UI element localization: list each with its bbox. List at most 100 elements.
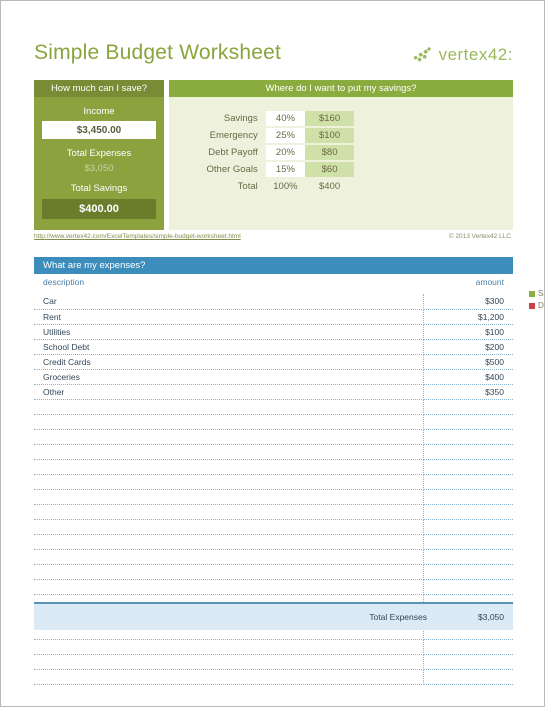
allocation-percent-input[interactable]: 40%	[265, 111, 306, 126]
table-row-empty	[34, 669, 513, 685]
table-row: School Debt $200	[34, 339, 513, 355]
table-row-empty	[34, 474, 513, 490]
total-expenses-value: $3,050	[84, 163, 114, 174]
expense-description-cell[interactable]	[34, 654, 424, 670]
table-row: Groceries $400	[34, 369, 513, 385]
expense-amount-cell[interactable]	[423, 399, 513, 415]
table-row-empty	[34, 399, 513, 415]
legend-label: Debt Payoff	[538, 301, 544, 310]
expense-amount-cell[interactable]	[423, 474, 513, 490]
expense-amount-cell[interactable]	[423, 564, 513, 580]
table-row: Utilities $100	[34, 324, 513, 340]
allocation-table: Savings 40% $160 Emergency 25% $100 Debt Payof…	[179, 109, 354, 196]
allocation-amount: $100	[305, 128, 354, 143]
title-bar: Simple Budget Worksheet vertex42:	[34, 41, 513, 73]
expense-amount-cell[interactable]	[423, 414, 513, 430]
allocation-total-amount: $400	[318, 181, 341, 192]
expense-amount-cell[interactable]	[423, 504, 513, 520]
expense-description-cell[interactable]	[34, 459, 424, 475]
allocation-row: Other Goals 15% $60	[179, 162, 354, 177]
allocation-panel: Savings 40% $160 Emergency 25% $100 Debt Payof…	[169, 97, 544, 310]
allocation-row: Savings 40% $160	[179, 111, 354, 126]
allocation-percent-input[interactable]: 15%	[265, 162, 306, 177]
logo-wordmark: vertex42:	[438, 45, 513, 64]
expense-amount-cell[interactable]: $200	[423, 339, 513, 355]
expense-description-cell[interactable]: School Debt	[34, 339, 424, 355]
expense-description-cell[interactable]	[34, 444, 424, 460]
expense-amount-cell[interactable]	[423, 534, 513, 550]
expense-description-cell[interactable]	[34, 504, 424, 520]
expense-description-cell[interactable]: Utilities	[34, 324, 424, 340]
income-input[interactable]: $3,450.00	[42, 121, 156, 139]
allocation-total-percent: 100%	[273, 181, 298, 192]
table-row: Rent $1,200	[34, 309, 513, 325]
expense-description-cell[interactable]	[34, 519, 424, 535]
expense-description-cell[interactable]	[34, 429, 424, 445]
expense-amount-cell[interactable]: $500	[423, 354, 513, 370]
total-expenses-label: Total Expenses	[66, 148, 132, 159]
total-savings-value: $400.00	[42, 199, 156, 219]
allocation-row-name: Debt Payoff	[208, 147, 258, 158]
leaf-cluster-icon	[413, 47, 434, 63]
expense-description-cell[interactable]	[34, 564, 424, 580]
expense-amount-cell[interactable]: $1,200	[423, 309, 513, 325]
table-row-empty	[34, 579, 513, 595]
allocation-percent-input[interactable]: 25%	[265, 128, 306, 143]
total-expenses-row-value: $3,050	[478, 612, 504, 622]
table-row-empty	[34, 639, 513, 655]
expense-amount-cell[interactable]	[423, 579, 513, 595]
expense-amount-cell[interactable]	[423, 489, 513, 505]
table-row-empty	[34, 489, 513, 505]
expenses-section-header: What are my expenses?	[34, 257, 513, 274]
page-title: Simple Budget Worksheet	[34, 41, 282, 64]
total-expenses-row-label: Total Expenses	[369, 612, 427, 622]
expense-amount-cell[interactable]	[423, 429, 513, 445]
expense-amount-cell[interactable]	[423, 639, 513, 655]
allocation-row-name: Savings	[223, 113, 258, 124]
allocation-amount: $60	[305, 162, 354, 177]
vertex42-logo: vertex42:	[413, 45, 513, 65]
savings-donut-chart: SavingsEmergencyDebt PayoffOther Goals	[527, 197, 544, 323]
allocation-total-label: Total	[237, 181, 258, 192]
expense-description-cell[interactable]	[34, 639, 424, 655]
expense-description-cell[interactable]: Credit Cards	[34, 354, 424, 370]
allocation-row-name: Emergency	[209, 130, 258, 141]
expense-description-cell[interactable]	[34, 474, 424, 490]
template-url-link[interactable]: http://www.vertex42.com/ExcelTemplates/s…	[34, 233, 241, 240]
expenses-column-headers: description amount	[34, 277, 513, 291]
expense-amount-cell[interactable]: $100	[423, 324, 513, 340]
expense-amount-cell[interactable]: $400	[423, 369, 513, 385]
expense-amount-cell[interactable]	[423, 669, 513, 685]
expense-description-cell[interactable]	[34, 579, 424, 595]
expense-description-cell[interactable]: Car	[34, 294, 424, 310]
table-row-empty	[34, 519, 513, 535]
expense-description-cell[interactable]	[34, 549, 424, 565]
expense-description-cell[interactable]	[34, 399, 424, 415]
expense-description-cell[interactable]	[34, 414, 424, 430]
expense-amount-cell[interactable]	[423, 549, 513, 565]
table-row-empty	[34, 429, 513, 445]
allocation-row: Debt Payoff 20% $80	[179, 145, 354, 160]
allocation-amount: $80	[305, 145, 354, 160]
expense-amount-cell[interactable]	[423, 444, 513, 460]
total-expenses-row: Total Expenses $3,050	[34, 602, 513, 630]
legend-swatch-icon	[529, 302, 535, 309]
expense-description-cell[interactable]	[34, 489, 424, 505]
expense-amount-cell[interactable]	[423, 519, 513, 535]
chart-legend: SavingsEmergencyDebt PayoffOther Goals	[529, 289, 544, 310]
table-row-empty	[34, 444, 513, 460]
expense-description-cell[interactable]: Other	[34, 384, 424, 400]
allocation-percent-input[interactable]: 20%	[265, 145, 306, 160]
table-row-empty	[34, 564, 513, 580]
expense-amount-cell[interactable]: $300	[423, 294, 513, 310]
expense-description-cell[interactable]	[34, 669, 424, 685]
expense-description-cell[interactable]	[34, 534, 424, 550]
expense-description-cell[interactable]: Rent	[34, 309, 424, 325]
table-row-empty	[34, 534, 513, 550]
expense-amount-cell[interactable]: $350	[423, 384, 513, 400]
allocation-table-body: Savings 40% $160 Emergency 25% $100 Debt Payof…	[179, 111, 354, 194]
expense-amount-cell[interactable]	[423, 654, 513, 670]
expense-description-cell[interactable]: Groceries	[34, 369, 424, 385]
allocation-total-row: Total 100% $400	[179, 179, 354, 194]
expense-amount-cell[interactable]	[423, 459, 513, 475]
